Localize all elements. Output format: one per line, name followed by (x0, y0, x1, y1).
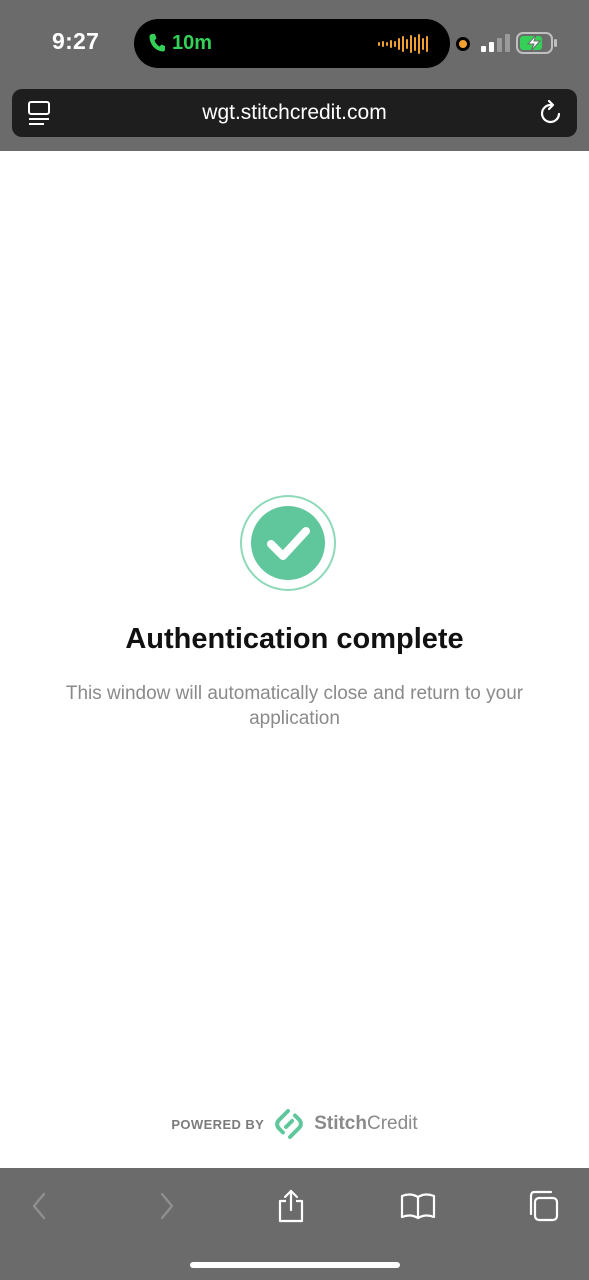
bookmarks-button[interactable] (396, 1186, 440, 1226)
tabs-button[interactable] (521, 1186, 565, 1226)
page-content: Authentication complete This window will… (0, 151, 589, 1168)
powered-by-footer: POWERED BY StitchCredit (0, 1108, 589, 1140)
auth-title: Authentication complete (125, 623, 464, 655)
checkmark-circle-icon (240, 495, 336, 591)
back-button[interactable] (17, 1186, 61, 1226)
call-duration: 10m (172, 31, 213, 54)
brand-name-bold: Stitch (314, 1113, 367, 1134)
home-indicator[interactable] (190, 1262, 400, 1268)
brand-name: StitchCredit (314, 1113, 417, 1135)
auth-subtitle: This window will automatically close and… (65, 683, 524, 729)
bookmarks-icon (400, 1193, 436, 1220)
tabs-icon (529, 1190, 559, 1222)
back-icon (32, 1192, 46, 1220)
reload-icon[interactable] (539, 100, 563, 126)
powered-by-label: POWERED BY (171, 1116, 265, 1132)
status-time: 9:27 (52, 28, 100, 54)
share-button[interactable] (269, 1186, 313, 1226)
dynamic-island[interactable]: 10m (134, 19, 450, 68)
url-text[interactable]: wgt.stitchcredit.com (12, 101, 577, 125)
share-icon (278, 1189, 304, 1223)
forward-icon (160, 1192, 174, 1220)
active-call-indicator[interactable]: 10m (148, 31, 212, 55)
forward-button[interactable] (145, 1186, 189, 1226)
battery-charging-icon (516, 32, 557, 54)
privacy-indicator-dot (456, 37, 470, 51)
address-bar[interactable]: wgt.stitchcredit.com (12, 89, 577, 137)
browser-top-chrome: 9:27 10m wgt.stitchcredit.com (0, 0, 589, 151)
stitchcredit-logo-icon (275, 1109, 304, 1139)
cellular-signal-icon (481, 34, 510, 52)
phone-icon (149, 34, 165, 52)
brand-name-regular: Credit (366, 1113, 418, 1134)
audio-waveform-icon (378, 34, 428, 54)
